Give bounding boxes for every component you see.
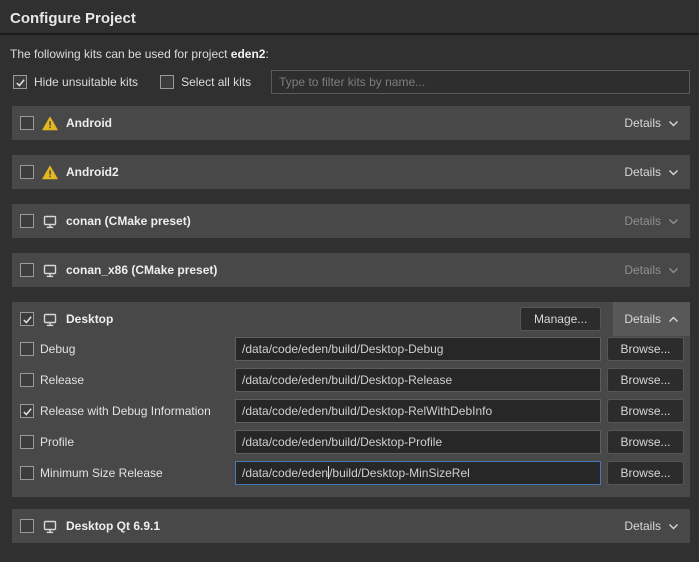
kit-row-conan-x86: conan_x86 (CMake preset) Details: [12, 253, 690, 287]
page-title: Configure Project: [10, 9, 699, 29]
build-config-checkbox[interactable]: [20, 404, 34, 418]
kit-row-android: Android Details: [12, 106, 690, 140]
browse-button[interactable]: Browse...: [607, 461, 684, 485]
kit-list: Android Details Android2 Details: [0, 106, 699, 543]
kit-checkbox[interactable]: [20, 116, 34, 130]
details-button[interactable]: Details: [613, 253, 690, 287]
build-dir-input[interactable]: /data/code/eden/build/Desktop-Debug: [235, 337, 601, 361]
details-button[interactable]: Details: [613, 302, 690, 336]
build-config-row-release: Release /data/code/eden/build/Desktop-Re…: [20, 367, 684, 393]
chevron-down-icon: [668, 218, 679, 225]
kit-row-desktop-qt: Desktop Qt 6.9.1 Details: [12, 509, 690, 543]
build-config-label: Debug: [40, 342, 235, 356]
kit-row-android2: Android2 Details: [12, 155, 690, 189]
kit-name: Desktop: [66, 312, 113, 326]
desktop-icon: [42, 214, 58, 229]
intro-text-after: :: [265, 47, 268, 61]
kit-checkbox[interactable]: [20, 214, 34, 228]
kit-name: Android2: [66, 165, 119, 179]
hide-unsuitable-kits-group: Hide unsuitable kits: [13, 75, 138, 89]
details-label: Details: [624, 263, 661, 277]
build-dir-value: /data/code/eden/build/Desktop-Debug: [242, 342, 443, 356]
details-button[interactable]: Details: [613, 155, 690, 189]
kit-name: conan (CMake preset): [66, 214, 191, 228]
browse-button[interactable]: Browse...: [607, 399, 684, 423]
hide-unsuitable-kits-label: Hide unsuitable kits: [34, 75, 138, 89]
select-all-kits-label: Select all kits: [181, 75, 251, 89]
details-label: Details: [624, 312, 661, 326]
warning-icon: [42, 165, 58, 180]
build-dir-input-focused[interactable]: /data/code/eden/build/Desktop-MinSizeRel: [235, 461, 601, 485]
chevron-down-icon: [668, 120, 679, 127]
build-config-row-profile: Profile /data/code/eden/build/Desktop-Pr…: [20, 429, 684, 455]
kit-filter-bar: Hide unsuitable kits Select all kits: [13, 70, 690, 94]
browse-button[interactable]: Browse...: [607, 368, 684, 392]
select-all-kits-checkbox[interactable]: [160, 75, 174, 89]
chevron-up-icon: [668, 316, 679, 323]
checkmark-icon: [22, 314, 33, 325]
details-button[interactable]: Details: [613, 204, 690, 238]
checkmark-icon: [15, 77, 26, 88]
details-label: Details: [624, 116, 661, 130]
details-button[interactable]: Details: [613, 509, 690, 543]
details-button[interactable]: Details: [613, 106, 690, 140]
kit-row-conan: conan (CMake preset) Details: [12, 204, 690, 238]
desktop-icon: [42, 263, 58, 278]
project-name: eden2: [231, 47, 266, 61]
details-label: Details: [624, 214, 661, 228]
hide-unsuitable-kits-checkbox[interactable]: [13, 75, 27, 89]
build-config-row-relwithdebinfo: Release with Debug Information /data/cod…: [20, 398, 684, 424]
intro-text-before: The following kits can be used for proje…: [10, 47, 231, 61]
build-dir-value: /build/Desktop-MinSizeRel: [329, 466, 470, 480]
build-dir-value: /data/code/eden: [242, 466, 328, 480]
build-config-row-minsizerel: Minimum Size Release /data/code/eden/bui…: [20, 460, 684, 486]
build-dir-input[interactable]: /data/code/eden/build/Desktop-Release: [235, 368, 601, 392]
build-dir-value: /data/code/eden/build/Desktop-RelWithDeb…: [242, 404, 492, 418]
desktop-icon: [42, 312, 58, 327]
build-config-checkbox[interactable]: [20, 435, 34, 449]
build-config-checkbox[interactable]: [20, 342, 34, 356]
kit-name: conan_x86 (CMake preset): [66, 263, 217, 277]
configure-project-page: Configure Project The following kits can…: [0, 0, 699, 562]
chevron-down-icon: [668, 169, 679, 176]
kit-checkbox[interactable]: [20, 312, 34, 326]
manage-button[interactable]: Manage...: [520, 307, 601, 331]
browse-button[interactable]: Browse...: [607, 430, 684, 454]
title-separator: [0, 33, 699, 35]
chevron-down-icon: [668, 267, 679, 274]
chevron-down-icon: [668, 523, 679, 530]
kit-checkbox[interactable]: [20, 165, 34, 179]
kit-filter-input[interactable]: [271, 70, 690, 94]
build-dir-value: /data/code/eden/build/Desktop-Profile: [242, 435, 442, 449]
browse-button[interactable]: Browse...: [607, 337, 684, 361]
build-config-label: Release: [40, 373, 235, 387]
build-config-label: Release with Debug Information: [40, 404, 235, 418]
build-config-checkbox[interactable]: [20, 466, 34, 480]
kit-name: Desktop Qt 6.9.1: [66, 519, 160, 533]
warning-icon: [42, 116, 58, 131]
select-all-kits-group: Select all kits: [160, 75, 251, 89]
details-label: Details: [624, 519, 661, 533]
build-config-label: Profile: [40, 435, 235, 449]
build-dir-input[interactable]: /data/code/eden/build/Desktop-Profile: [235, 430, 601, 454]
kit-name: Android: [66, 116, 112, 130]
kit-section-desktop: Desktop Manage... Details Debug /data/co…: [12, 302, 690, 497]
build-dir-value: /data/code/eden/build/Desktop-Release: [242, 373, 452, 387]
desktop-icon: [42, 519, 58, 534]
kit-row-desktop: Desktop Manage... Details: [12, 302, 690, 336]
checkmark-icon: [22, 406, 33, 417]
intro-text: The following kits can be used for proje…: [10, 47, 689, 61]
kit-checkbox[interactable]: [20, 519, 34, 533]
build-config-label: Minimum Size Release: [40, 466, 235, 480]
build-dir-input[interactable]: /data/code/eden/build/Desktop-RelWithDeb…: [235, 399, 601, 423]
details-label: Details: [624, 165, 661, 179]
build-config-row-debug: Debug /data/code/eden/build/Desktop-Debu…: [20, 336, 684, 362]
build-config-checkbox[interactable]: [20, 373, 34, 387]
kit-checkbox[interactable]: [20, 263, 34, 277]
